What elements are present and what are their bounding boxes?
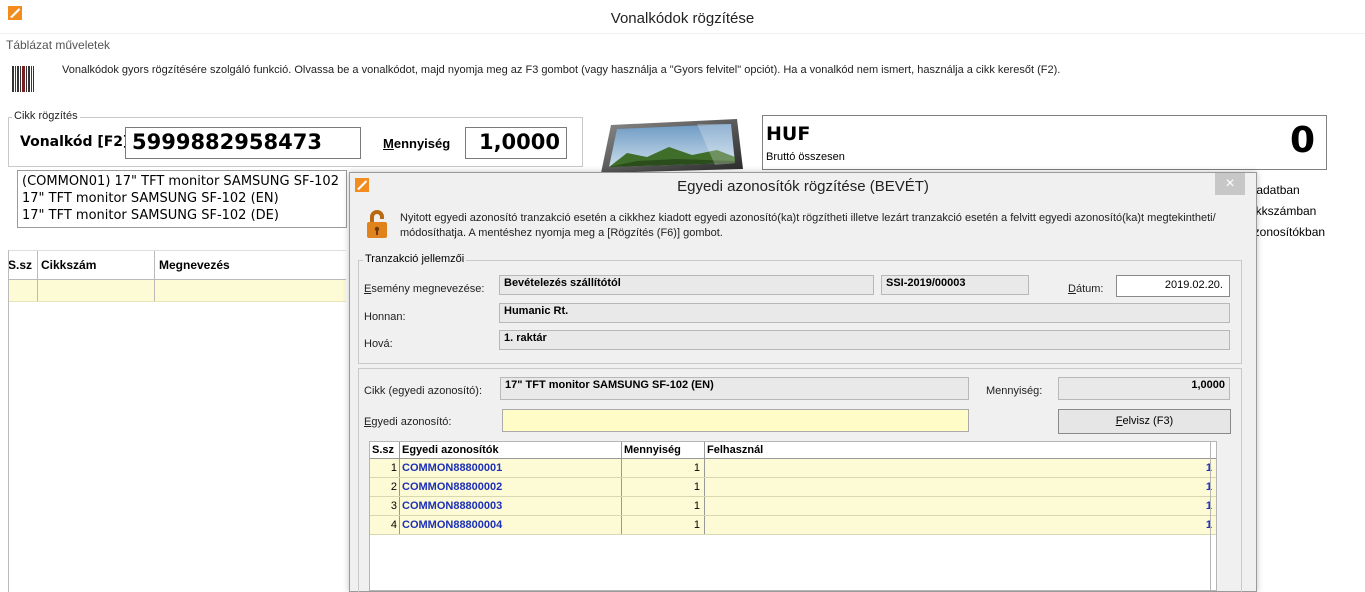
col-header-megnevezes[interactable]: Megnevezés [155, 251, 346, 279]
cell [38, 280, 155, 301]
product-suggestion-list[interactable]: (COMMON01) 17" TFT monitor SAMSUNG SF-10… [17, 170, 347, 228]
cell [8, 280, 38, 301]
item-field: 17" TFT monitor SAMSUNG SF-102 (EN) [500, 377, 969, 400]
item-label: Cikk (egyedi azonosító): [364, 385, 482, 397]
cell-used: 1 [1205, 519, 1212, 531]
list-item[interactable]: (COMMON01) 17" TFT monitor SAMSUNG SF-10… [22, 173, 342, 190]
barcode-label: Vonalkód [F2] [20, 134, 130, 150]
cell-used: 1 [1205, 481, 1212, 493]
cell-quantity: 1 [622, 478, 705, 496]
search-option[interactable]: cikkszámban [1247, 201, 1325, 222]
from-field: Humanic Rt. [499, 303, 1230, 323]
grid-scrollbar[interactable] [1210, 441, 1217, 591]
search-option[interactable]: azonosítókban [1247, 222, 1325, 243]
barcode-input[interactable]: 5999882958473 [125, 127, 361, 159]
table-row[interactable]: 4 COMMON88800004 1 1 [370, 516, 1216, 535]
cell-unique-id: COMMON88800003 [400, 497, 622, 515]
cell-unique-id: COMMON88800002 [400, 478, 622, 496]
col-header-quantity[interactable]: Mennyiség [622, 442, 705, 458]
cell-ssz: 3 [370, 497, 400, 515]
dialog-quantity-field: 1,0000 [1058, 377, 1230, 400]
add-button[interactable]: Felvisz (F3) [1058, 409, 1231, 434]
items-table: S.sz Cikkszám Megnevezés [8, 250, 346, 302]
unique-id-grid: S.sz Egyedi azonosítók Mennyiség Felhasz… [369, 441, 1217, 591]
cell-unique-id: COMMON88800004 [400, 516, 622, 534]
total-caption: Bruttó összesen [766, 151, 845, 163]
monitor-image [601, 119, 743, 173]
cikk-rogzites-label: Cikk rögzítés [12, 110, 80, 122]
list-item[interactable]: 17" TFT monitor SAMSUNG SF-102 (EN) [22, 190, 342, 207]
barcode-icon [12, 66, 34, 92]
cell-used: 1 [1205, 500, 1212, 512]
lock-icon [367, 210, 387, 238]
menu-table-operations[interactable]: Táblázat műveletek [6, 38, 110, 52]
to-label: Hová: [364, 338, 393, 350]
unique-id-input[interactable] [502, 409, 969, 432]
quantity-label-text: ennyiség [393, 136, 451, 151]
table-row[interactable] [8, 280, 346, 302]
unique-id-dialog: Egyedi azonosítók rögzítése (BEVÉT) × Ny… [349, 172, 1257, 592]
date-label: Dátum: [1068, 283, 1104, 295]
grid-header: S.sz Egyedi azonosítók Mennyiség Felhasz… [370, 442, 1216, 459]
col-header-used[interactable]: Felhasznál [705, 442, 1216, 458]
cell-used: 1 [1205, 462, 1212, 474]
cell-ssz: 2 [370, 478, 400, 496]
search-option[interactable]: k adatban [1247, 180, 1325, 201]
unique-id-label: Egyedi azonosító: [364, 416, 452, 428]
table-row[interactable]: 3 COMMON88800003 1 1 [370, 497, 1216, 516]
cell-unique-id: COMMON88800001 [400, 459, 622, 477]
date-input[interactable]: 2019.02.20. [1116, 275, 1230, 297]
date-label-text: átum: [1075, 283, 1104, 295]
col-header-cikkszam[interactable]: Cikkszám [38, 251, 155, 279]
close-icon[interactable]: × [1215, 173, 1245, 195]
unique-id-label-text: gyedi azonosító: [371, 416, 452, 428]
window-title: Vonalkódok rögzítése [610, 10, 755, 27]
cell-quantity: 1 [622, 516, 705, 534]
dialog-info-text: Nyitott egyedi azonosító tranzakció eset… [400, 212, 1216, 239]
list-item[interactable]: 17" TFT monitor SAMSUNG SF-102 (DE) [22, 207, 342, 224]
event-label-text: semény megnevezése: [371, 283, 485, 295]
info-text: Vonalkódok gyors rögzítésére szolgáló fu… [62, 64, 1061, 76]
cell [155, 280, 346, 301]
total-box [762, 115, 1327, 170]
to-field: 1. raktár [499, 330, 1230, 350]
table-row[interactable]: 1 COMMON88800001 1 1 [370, 459, 1216, 478]
table-border [8, 250, 9, 592]
search-options: k adatban cikkszámban azonosítókban [1247, 180, 1325, 243]
table-row[interactable]: 2 COMMON88800002 1 1 [370, 478, 1216, 497]
document-number-field: SSI-2019/00003 [881, 275, 1029, 295]
cell-quantity: 1 [622, 459, 705, 477]
transaction-group-label: Tranzakció jellemzői [363, 253, 467, 265]
quantity-input[interactable]: 1,0000 [465, 127, 567, 159]
cell-ssz: 1 [370, 459, 400, 477]
add-button-text: elvisz (F3) [1122, 415, 1174, 427]
dialog-title: Egyedi azonosítók rögzítése (BEVÉT) [677, 178, 929, 195]
table-header: S.sz Cikkszám Megnevezés [8, 250, 346, 280]
event-field: Bevételezés szállítótól [499, 275, 874, 295]
dialog-quantity-label: Mennyiség: [986, 385, 1043, 397]
col-header-unique-ids[interactable]: Egyedi azonosítók [400, 442, 622, 458]
col-header-ssz[interactable]: S.sz [370, 442, 400, 458]
from-label: Honnan: [364, 311, 406, 323]
currency-label: HUF [766, 123, 811, 145]
cell-quantity: 1 [622, 497, 705, 515]
quantity-label: Mennyiség [383, 136, 451, 151]
event-label: Esemény megnevezése: [364, 283, 485, 295]
col-header-ssz[interactable]: S.sz [8, 251, 38, 279]
cell-ssz: 4 [370, 516, 400, 534]
total-value: 0 [1289, 120, 1315, 161]
